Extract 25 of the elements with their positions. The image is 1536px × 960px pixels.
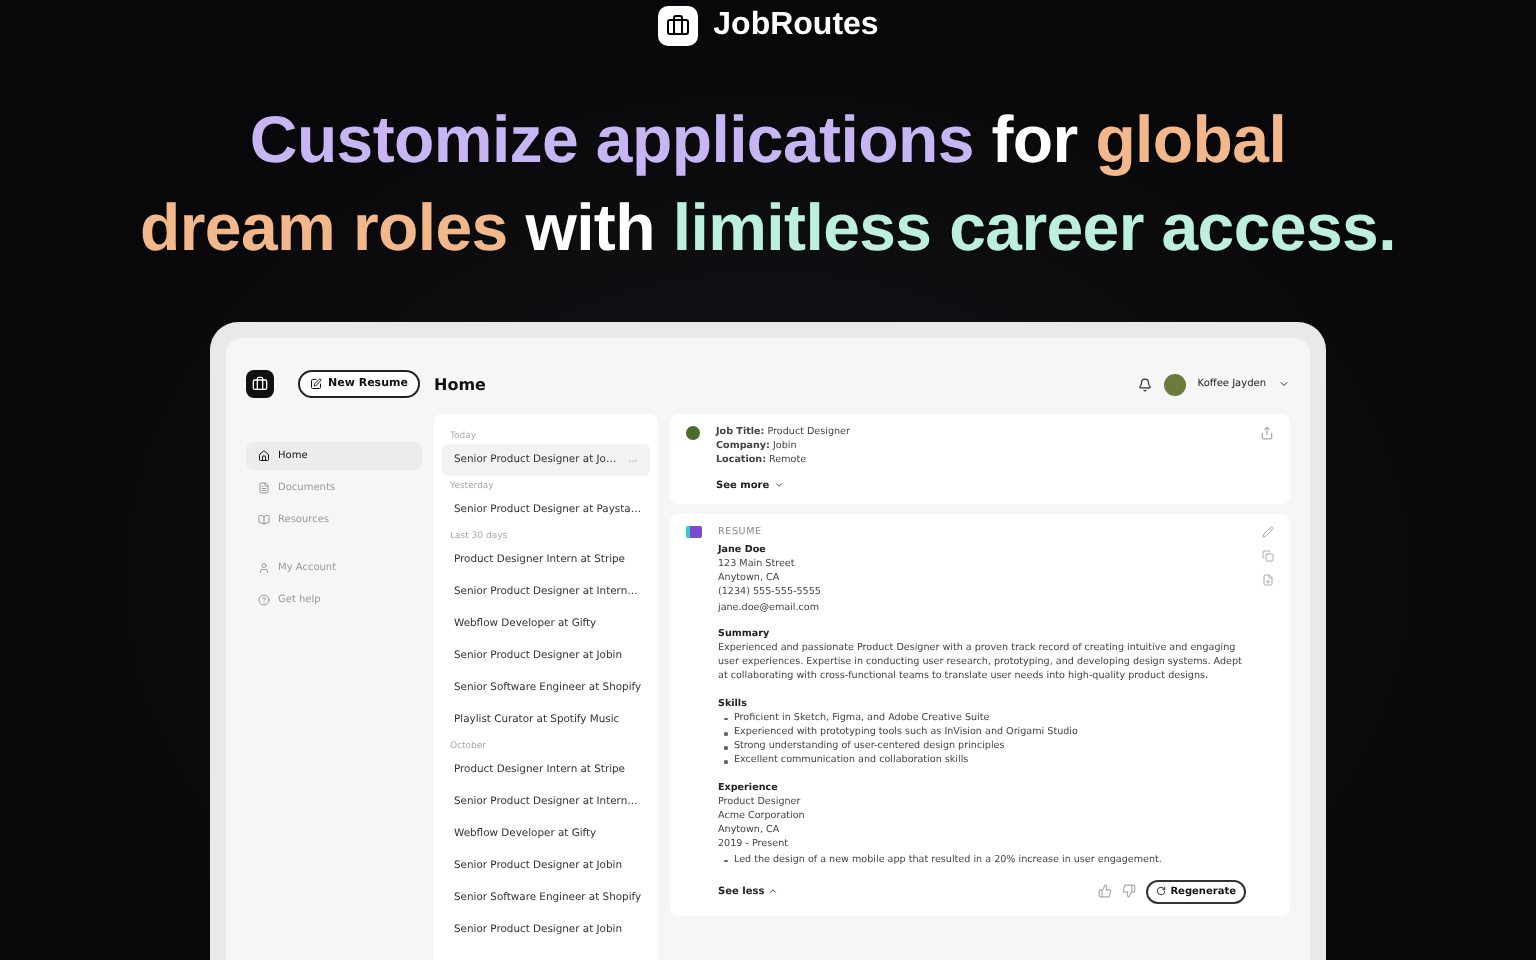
chevron-down-icon[interactable] [1278,378,1290,390]
share-icon[interactable] [1260,426,1274,440]
help-icon [258,594,270,606]
file-icon[interactable] [1262,573,1274,586]
bell-icon[interactable] [1137,377,1152,391]
page-title: Home [434,375,486,393]
home-icon [258,450,270,462]
thumbs-up-icon[interactable] [1098,884,1113,899]
briefcase-icon [657,6,698,46]
user-icon [258,562,270,574]
edit-icon [310,378,322,390]
copy-icon[interactable] [1262,549,1274,562]
briefcase-icon [246,370,274,398]
book-icon [258,514,270,526]
document-icon [258,482,270,494]
logo-icon [686,525,702,538]
brand-name: JobRoutes [713,8,879,44]
chevron-up-icon [768,886,779,897]
avatar [1163,373,1186,395]
refresh-icon [1156,886,1167,897]
thumbs-down-icon[interactable] [1122,884,1137,899]
logo-icon [686,426,700,440]
chevron-down-icon [773,480,784,491]
headline: Customize applications for global dream roles with limitless career access. [140,100,1396,268]
pencil-icon[interactable] [1262,525,1274,538]
